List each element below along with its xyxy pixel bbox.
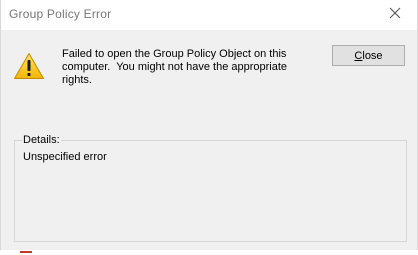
background-mark <box>20 251 32 253</box>
details-label: Details: <box>22 134 61 146</box>
close-icon <box>389 6 401 24</box>
warning-icon <box>13 52 45 80</box>
title-bar: Group Policy Error <box>1 0 417 30</box>
close-button[interactable]: Close <box>332 45 405 66</box>
title-close-button[interactable] <box>373 0 417 30</box>
error-dialog-window: Group Policy Error Failed to open the Gr… <box>0 0 418 255</box>
close-button-accel: C <box>354 49 363 62</box>
error-message: Failed to open the Group Policy Object o… <box>62 48 288 86</box>
background-strip <box>0 250 418 255</box>
close-button-label: lose <box>362 49 383 62</box>
window-title: Group Policy Error <box>9 7 112 21</box>
details-text: Unspecified error <box>23 151 107 163</box>
